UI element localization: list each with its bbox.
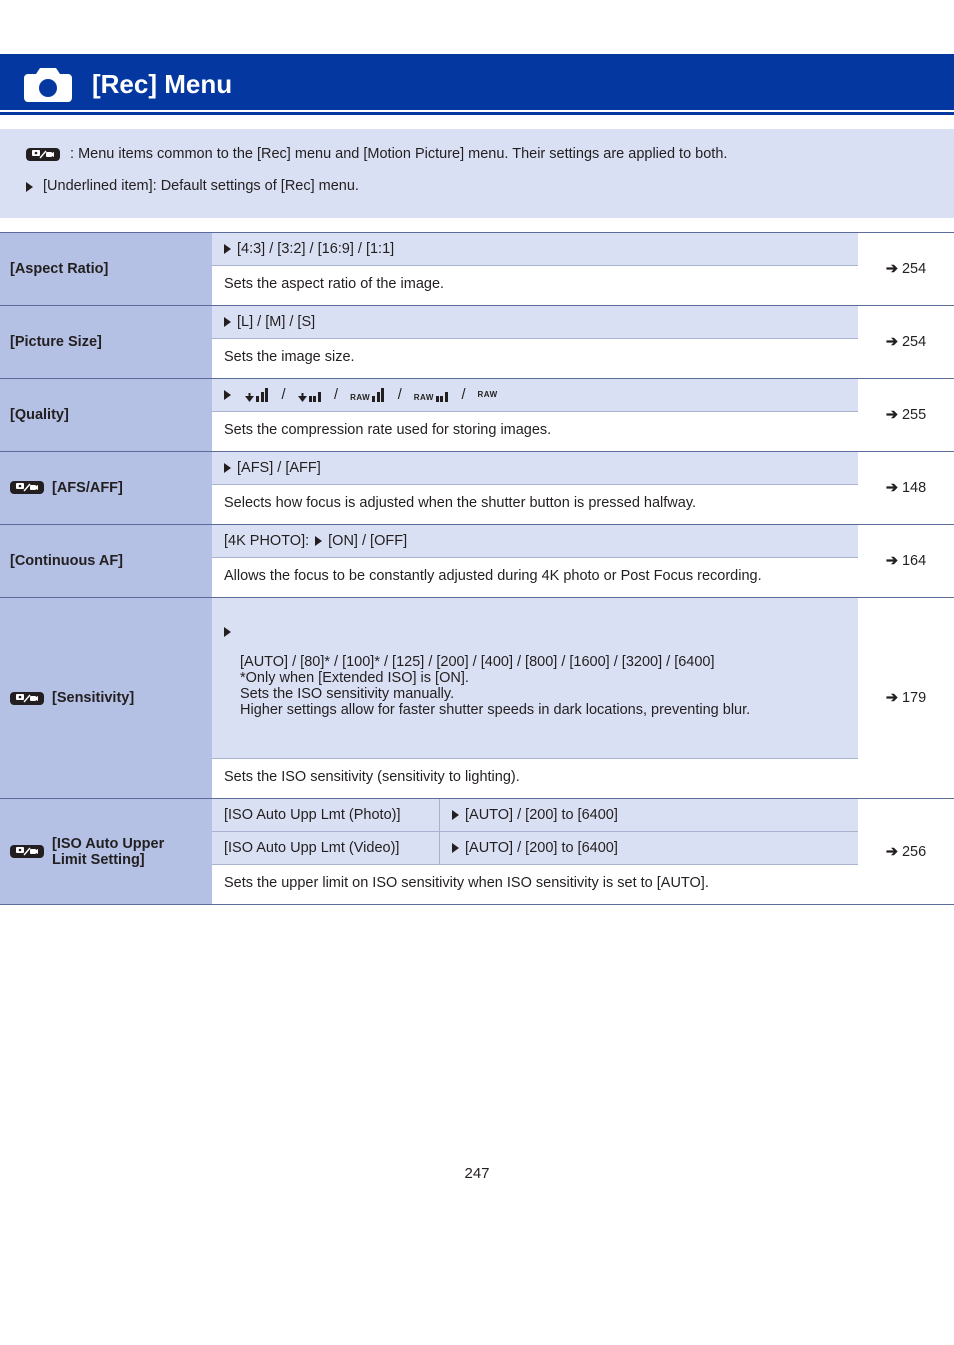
title-bar: [Rec] Menu (0, 54, 954, 110)
setting-name: [Quality] (0, 379, 212, 451)
setting-sub-row: [ISO Auto Upp Lmt (Video)] [AUTO] / [200… (212, 832, 858, 865)
arrow-right-icon: ➔ (886, 407, 898, 423)
triangle-bullet-icon (224, 244, 231, 254)
camera-icon (22, 64, 74, 104)
setting-name: [ISO Auto Upper Limit Setting] (0, 799, 212, 904)
arrow-right-icon: ➔ (886, 480, 898, 496)
table-row: [Aspect Ratio] [4:3] / [3:2] / [16:9] / … (0, 232, 954, 305)
page-ref[interactable]: ➔ 256 (858, 799, 954, 904)
setting-options: [4:3] / [3:2] / [16:9] / [1:1] (212, 233, 858, 266)
triangle-bullet-icon (224, 463, 231, 473)
setting-description: Selects how focus is adjusted when the s… (212, 485, 858, 524)
arrow-right-icon: ➔ (886, 553, 898, 569)
table-row: [Continuous AF] [4K PHOTO]: [ON] / [OFF]… (0, 524, 954, 597)
setting-name: [AFS/AFF] (0, 452, 212, 524)
page-ref[interactable]: ➔ 148 (858, 452, 954, 524)
triangle-bullet-icon (224, 627, 231, 637)
setting-description: Sets the ISO sensitivity (sensitivity to… (212, 759, 858, 798)
photo-video-badge-icon (26, 148, 60, 161)
page-ref[interactable]: ➔ 179 (858, 598, 954, 798)
triangle-bullet-icon (452, 810, 459, 820)
triangle-bullet-icon (26, 182, 33, 192)
sub-setting-options: [AUTO] / [200] to [6400] (440, 832, 858, 865)
settings-table: [Aspect Ratio] [4:3] / [3:2] / [16:9] / … (0, 232, 954, 905)
setting-options: [AFS] / [AFF] (212, 452, 858, 485)
photo-video-badge-icon (10, 692, 44, 705)
triangle-bullet-icon (315, 536, 322, 546)
setting-options: [L] / [M] / [S] (212, 306, 858, 339)
quality-raw-icon: RAW (477, 390, 497, 399)
quality-raw-fine-icon: RAW (350, 388, 386, 402)
table-row: [Sensitivity] [AUTO] / [80]* / [100]* / … (0, 597, 954, 798)
setting-sub-row: [ISO Auto Upp Lmt (Photo)] [AUTO] / [200… (212, 799, 858, 832)
setting-description: Allows the focus to be constantly adjust… (212, 558, 858, 597)
setting-description: Sets the aspect ratio of the image. (212, 266, 858, 305)
triangle-bullet-icon (452, 843, 459, 853)
arrow-right-icon: ➔ (886, 690, 898, 706)
title-rule (0, 112, 954, 115)
table-row: [ISO Auto Upper Limit Setting] [ISO Auto… (0, 798, 954, 905)
table-row: [Picture Size] [L] / [M] / [S] Sets the … (0, 305, 954, 378)
arrow-right-icon: ➔ (886, 844, 898, 860)
intro-line1: : Menu items common to the [Rec] menu an… (70, 146, 727, 162)
quality-fine-icon (245, 388, 270, 402)
triangle-bullet-icon (224, 390, 231, 400)
setting-description: Sets the image size. (212, 339, 858, 378)
sub-setting-name: [ISO Auto Upp Lmt (Photo)] (212, 799, 440, 832)
setting-description: Sets the upper limit on ISO sensitivity … (212, 865, 858, 904)
quality-raw-standard-icon: RAW (414, 388, 450, 402)
quality-standard-icon (298, 388, 323, 402)
page-title: [Rec] Menu (92, 69, 232, 100)
arrow-right-icon: ➔ (886, 334, 898, 350)
setting-name: [Picture Size] (0, 306, 212, 378)
page-ref[interactable]: ➔ 255 (858, 379, 954, 451)
setting-name: [Continuous AF] (0, 525, 212, 597)
table-row: [Quality] / / RAW (0, 378, 954, 451)
photo-video-badge-icon (10, 481, 44, 494)
setting-name: [Sensitivity] (0, 598, 212, 798)
setting-options: [4K PHOTO]: [ON] / [OFF] (212, 525, 858, 558)
sub-setting-options: [AUTO] / [200] to [6400] (440, 799, 858, 832)
page-ref[interactable]: ➔ 164 (858, 525, 954, 597)
intro-block: : Menu items common to the [Rec] menu an… (0, 129, 954, 218)
setting-description: Sets the compression rate used for stori… (212, 412, 858, 451)
photo-video-badge-icon (10, 845, 44, 858)
setting-options: [AUTO] / [80]* / [100]* / [125] / [200] … (212, 598, 858, 759)
page-number: 247 (0, 1165, 954, 1182)
intro-line2: [Underlined item]: Default settings of [… (43, 178, 359, 194)
arrow-right-icon: ➔ (886, 261, 898, 277)
table-row: [AFS/AFF] [AFS] / [AFF] Selects how focu… (0, 451, 954, 524)
page-ref[interactable]: ➔ 254 (858, 233, 954, 305)
setting-options: / / RAW / RAW / (212, 379, 858, 412)
triangle-bullet-icon (224, 317, 231, 327)
sub-setting-name: [ISO Auto Upp Lmt (Video)] (212, 832, 440, 865)
page-ref[interactable]: ➔ 254 (858, 306, 954, 378)
setting-name: [Aspect Ratio] (0, 233, 212, 305)
